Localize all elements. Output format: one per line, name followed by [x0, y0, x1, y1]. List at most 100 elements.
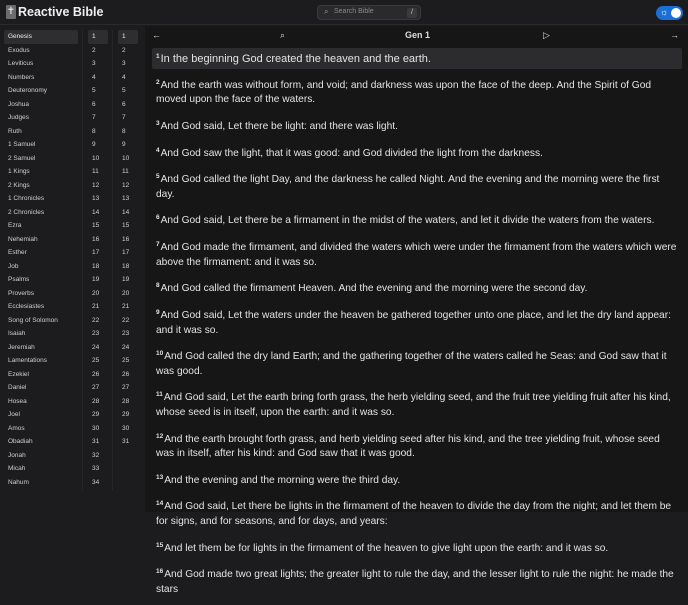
verse[interactable]: 14And God said, Let there be lights in t…: [152, 495, 682, 531]
chapter-item[interactable]: 17: [88, 246, 108, 260]
book-item[interactable]: Nehemiah: [4, 233, 78, 247]
verse[interactable]: 7And God made the firmament, and divided…: [152, 236, 682, 272]
book-item[interactable]: Ruth: [4, 125, 78, 139]
chapter-item[interactable]: 8: [88, 125, 108, 139]
chapter-item[interactable]: 32: [88, 449, 108, 463]
verse[interactable]: 2And the earth was without form, and voi…: [152, 74, 682, 110]
verse[interactable]: 9And God said, Let the waters under the …: [152, 304, 682, 340]
chapter-item[interactable]: 34: [88, 476, 108, 490]
chapter-item[interactable]: 28: [88, 395, 108, 409]
chapter-item[interactable]: 4: [88, 71, 108, 85]
chapter-item[interactable]: 27: [88, 381, 108, 395]
verse[interactable]: 1In the beginning God created the heaven…: [152, 48, 682, 69]
verse-number-item[interactable]: 21: [118, 300, 138, 314]
chapter-item[interactable]: 24: [88, 341, 108, 355]
book-item[interactable]: Song of Solomon: [4, 314, 78, 328]
book-item[interactable]: 1 Chronicles: [4, 192, 78, 206]
chapter-item[interactable]: 6: [88, 98, 108, 112]
book-item[interactable]: Lamentations: [4, 354, 78, 368]
search-input[interactable]: ⌕ Search Bible /: [317, 5, 421, 20]
verse-number-item[interactable]: 26: [118, 368, 138, 382]
book-item[interactable]: Psalms: [4, 273, 78, 287]
search-icon[interactable]: ⌕: [280, 30, 285, 41]
chapter-item[interactable]: 18: [88, 260, 108, 274]
chapter-item[interactable]: 11: [88, 165, 108, 179]
chapter-item[interactable]: 23: [88, 327, 108, 341]
verse[interactable]: 12And the earth brought forth grass, and…: [152, 428, 682, 464]
book-item[interactable]: Jeremiah: [4, 341, 78, 355]
book-item[interactable]: 2 Samuel: [4, 152, 78, 166]
chapter-item[interactable]: 25: [88, 354, 108, 368]
chapter-item[interactable]: 30: [88, 422, 108, 436]
book-item[interactable]: Deuteronomy: [4, 84, 78, 98]
book-item[interactable]: Joshua: [4, 98, 78, 112]
chapter-item[interactable]: 15: [88, 219, 108, 233]
chapter-item[interactable]: 10: [88, 152, 108, 166]
verse[interactable]: 15And let them be for lights in the firm…: [152, 537, 682, 559]
chapter-item[interactable]: 12: [88, 179, 108, 193]
chapter-item[interactable]: 29: [88, 408, 108, 422]
verse-number-item[interactable]: 14: [118, 206, 138, 220]
book-item[interactable]: Judges: [4, 111, 78, 125]
verse[interactable]: 3And God said, Let there be light: and t…: [152, 115, 682, 137]
verse-number-item[interactable]: 15: [118, 219, 138, 233]
verse-number-item[interactable]: 25: [118, 354, 138, 368]
book-item[interactable]: 2 Kings: [4, 179, 78, 193]
verse[interactable]: 10And God called the dry land Earth; and…: [152, 345, 682, 381]
verse-number-item[interactable]: 6: [118, 98, 138, 112]
book-item[interactable]: Isaiah: [4, 327, 78, 341]
chapter-item[interactable]: 22: [88, 314, 108, 328]
chapter-item[interactable]: 2: [88, 44, 108, 58]
verse-number-item[interactable]: 3: [118, 57, 138, 71]
book-item[interactable]: Obadiah: [4, 435, 78, 449]
book-item[interactable]: 1 Samuel: [4, 138, 78, 152]
chapter-item[interactable]: 33: [88, 462, 108, 476]
verse-number-item[interactable]: 5: [118, 84, 138, 98]
chapter-item[interactable]: 20: [88, 287, 108, 301]
book-item[interactable]: Hosea: [4, 395, 78, 409]
verse-number-item[interactable]: 13: [118, 192, 138, 206]
verse-number-item[interactable]: 23: [118, 327, 138, 341]
chapter-item[interactable]: 5: [88, 84, 108, 98]
book-item[interactable]: Daniel: [4, 381, 78, 395]
verse[interactable]: 11And God said, Let the earth bring fort…: [152, 386, 682, 422]
verse-number-item[interactable]: 29: [118, 408, 138, 422]
play-icon[interactable]: ▷: [543, 30, 550, 41]
book-item[interactable]: Jonah: [4, 449, 78, 463]
chapter-item[interactable]: 26: [88, 368, 108, 382]
book-item[interactable]: Genesis: [4, 30, 78, 44]
book-item[interactable]: Numbers: [4, 71, 78, 85]
chapter-item[interactable]: 9: [88, 138, 108, 152]
back-arrow-icon[interactable]: ←: [152, 30, 161, 40]
verse-number-item[interactable]: 10: [118, 152, 138, 166]
chapter-item[interactable]: 3: [88, 57, 108, 71]
book-item[interactable]: Micah: [4, 462, 78, 476]
book-item[interactable]: Exodus: [4, 44, 78, 58]
chapter-item[interactable]: 13: [88, 192, 108, 206]
verse-number-item[interactable]: 11: [118, 165, 138, 179]
verse-number-item[interactable]: 2: [118, 44, 138, 58]
book-item[interactable]: Ecclesiastes: [4, 300, 78, 314]
verse-number-item[interactable]: 7: [118, 111, 138, 125]
verse[interactable]: 13And the evening and the morning were t…: [152, 469, 682, 491]
verse-number-item[interactable]: 31: [118, 435, 138, 449]
book-item[interactable]: Leviticus: [4, 57, 78, 71]
verse-number-item[interactable]: 20: [118, 287, 138, 301]
book-item[interactable]: Esther: [4, 246, 78, 260]
verse[interactable]: 4And God saw the light, that it was good…: [152, 142, 682, 164]
verse[interactable]: 5And God called the light Day, and the d…: [152, 168, 682, 204]
chapter-item[interactable]: 7: [88, 111, 108, 125]
chapter-item[interactable]: 1: [88, 30, 108, 44]
forward-arrow-icon[interactable]: →: [670, 30, 679, 40]
verse-number-item[interactable]: 19: [118, 273, 138, 287]
verse-number-item[interactable]: 12: [118, 179, 138, 193]
theme-toggle[interactable]: ☼: [656, 6, 683, 20]
verse-number-item[interactable]: 8: [118, 125, 138, 139]
verse-number-item[interactable]: 9: [118, 138, 138, 152]
verse-number-item[interactable]: 4: [118, 71, 138, 85]
verse-number-item[interactable]: 22: [118, 314, 138, 328]
verse[interactable]: 8And God called the firmament Heaven. An…: [152, 277, 682, 299]
book-item[interactable]: 2 Chronicles: [4, 206, 78, 220]
verse-number-item[interactable]: 1: [118, 30, 138, 44]
chapter-item[interactable]: 19: [88, 273, 108, 287]
